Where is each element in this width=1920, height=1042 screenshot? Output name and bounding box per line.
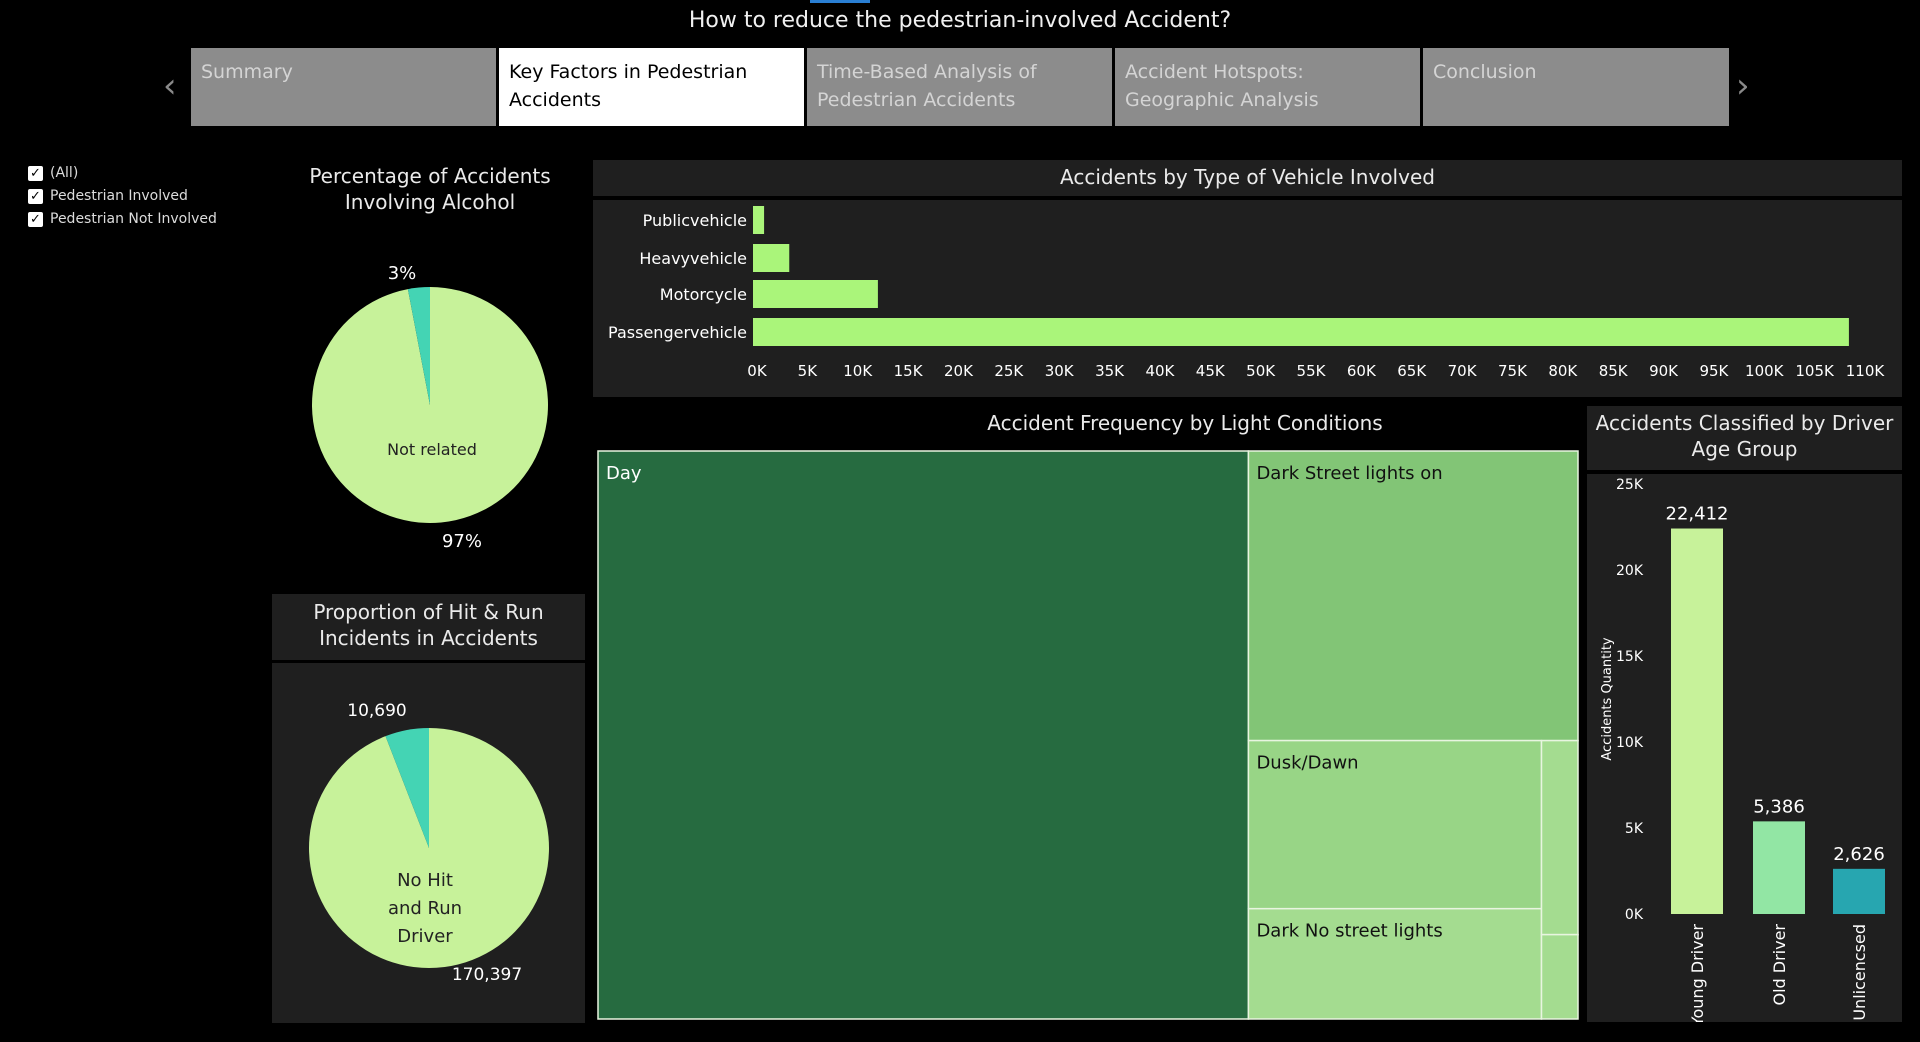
age-category-label: Unlicencsed: [1850, 924, 1869, 1021]
vehicle-x-tick-label: 25K: [994, 362, 1024, 380]
treemap-cell-label: Day: [606, 463, 642, 484]
vehicle-x-tick-label: 15K: [894, 362, 924, 380]
chevron-right-icon: ›: [1736, 66, 1750, 106]
previous-story-button[interactable]: ‹: [163, 66, 177, 106]
age-y-tick-label: 10K: [1616, 735, 1644, 751]
vehicle-x-tick-label: 85K: [1599, 362, 1629, 380]
vehicle-bar-chart: Publicvehicle Heavyvehicle Motorcycle Passe…: [608, 206, 1886, 380]
pie-minor-value-label: 3%: [388, 263, 417, 284]
vehicle-chart-title: Accidents by Type of Vehicle Involved: [1060, 165, 1435, 189]
hitrun-chart-title: Proportion of Hit & Run Incidents in Acc…: [313, 600, 544, 650]
tab-key-factors[interactable]: Key Factors in Pedestrian Accidents: [499, 48, 804, 126]
age-bar-value-label: 2,626: [1833, 844, 1885, 865]
vehicle-x-tick-label: 60K: [1347, 362, 1377, 380]
vehicle-x-tick-label: 110K: [1846, 362, 1886, 380]
vehicle-x-tick-label: 70K: [1448, 362, 1478, 380]
age-category-label: Young Driver: [1688, 924, 1707, 1022]
vehicle-x-tick-label: 55K: [1297, 362, 1327, 380]
age-y-axis-label: Accidents Quantity: [1600, 637, 1615, 761]
filter-label: (All): [50, 165, 79, 181]
chevron-left-icon: ‹: [163, 66, 177, 106]
age-bar-value-label: 22,412: [1666, 504, 1729, 525]
filter-label: Pedestrian Involved: [50, 188, 188, 204]
vehicle-bar: [753, 244, 790, 272]
filter-option-pedestrian-not-involved[interactable]: ✓ Pedestrian Not Involved: [28, 211, 217, 227]
page-title: How to reduce the pedestrian-involved Ac…: [688, 8, 1232, 33]
tab-label: Key Factors in Pedestrian Accidents: [509, 61, 748, 111]
hitrun-pie-chart: 10,690 No Hit and Run Driver 170,397: [309, 701, 549, 985]
age-y-tick-label: 15K: [1616, 649, 1644, 665]
tab-summary[interactable]: Summary: [191, 48, 496, 126]
tab-label: Conclusion: [1433, 61, 1537, 83]
treemap-cell: [1247, 450, 1579, 742]
pie-minor-value-label: 10,690: [347, 701, 406, 721]
treemap-cell-label: Dusk/Dawn: [1256, 753, 1358, 774]
age-y-tick-label: 5K: [1625, 821, 1644, 837]
tab-conclusion[interactable]: Conclusion: [1423, 48, 1729, 126]
treemap-cell-label: Dark No street lights: [1256, 921, 1442, 942]
tab-label: Summary: [201, 61, 293, 83]
pie-main-name-label: Driver: [397, 926, 453, 947]
age-bar: [1753, 821, 1805, 914]
vehicle-x-tick-label: 50K: [1246, 362, 1276, 380]
pie-main-value-label: 97%: [442, 531, 482, 552]
vehicle-x-tick-label: 5K: [798, 362, 819, 380]
checkbox-checked-icon[interactable]: ✓: [28, 165, 43, 181]
age-y-tick-label: 0K: [1625, 907, 1644, 923]
alcohol-chart-title: Percentage of Accidents Involving Alcoho…: [309, 164, 551, 214]
filter-option-all[interactable]: ✓ (All): [28, 165, 78, 181]
treemap-cell: [1540, 933, 1579, 1020]
age-chart-title: Accidents Classified by Driver Age Group: [1595, 411, 1894, 461]
tab-accident-hotspots[interactable]: Accident Hotspots: Geographic Analysis: [1115, 48, 1420, 126]
vehicle-x-tick-label: 10K: [843, 362, 873, 380]
treemap-cell-label: Dark Street lights on: [1256, 463, 1442, 484]
active-dashboard-indicator: [810, 0, 870, 3]
vehicle-x-tick-label: 45K: [1196, 362, 1226, 380]
age-bar-chart: 0K 5K 10K 15K 20K 25K Accidents Quantity 22,412…: [1600, 477, 1885, 1022]
checkbox-checked-icon[interactable]: ✓: [28, 188, 43, 204]
pie-main-name-label: Not related: [387, 440, 477, 459]
vehicle-category-label: Heavyvehicle: [639, 249, 747, 268]
next-story-button[interactable]: ›: [1736, 66, 1750, 106]
vehicle-bar: [753, 280, 878, 308]
vehicle-bar: [753, 318, 1849, 346]
treemap-cell: [1540, 739, 1579, 936]
age-bar-value-label: 5,386: [1753, 796, 1805, 817]
tab-label: Time-Based Analysis of Pedestrian Accide…: [817, 61, 1037, 111]
vehicle-category-label: Passengervehicle: [608, 323, 747, 342]
filter-label: Pedestrian Not Involved: [50, 211, 217, 227]
alcohol-pie-chart: 3% Not related 97%: [312, 263, 548, 552]
tab-label: Accident Hotspots: Geographic Analysis: [1125, 61, 1319, 111]
vehicle-x-tick-label: 95K: [1699, 362, 1729, 380]
vehicle-x-tick-label: 65K: [1397, 362, 1427, 380]
age-y-tick-label: 20K: [1616, 563, 1644, 579]
vehicle-x-tick-label: 40K: [1145, 362, 1175, 380]
pie-main-name-label: No Hit: [397, 870, 453, 891]
age-y-tick-label: 25K: [1616, 477, 1644, 493]
age-category-label: Old Driver: [1770, 924, 1789, 1006]
vehicle-category-label: Motorcycle: [660, 285, 747, 304]
vehicle-x-tick-label: 90K: [1649, 362, 1679, 380]
vehicle-x-tick-label: 0K: [747, 362, 768, 380]
vehicle-x-tick-label: 30K: [1045, 362, 1075, 380]
checkbox-checked-icon[interactable]: ✓: [28, 211, 43, 227]
pie-main-name-label: and Run: [388, 898, 462, 919]
vehicle-x-tick-label: 105K: [1795, 362, 1835, 380]
pie-main-value-label: 170,397: [452, 965, 522, 985]
vehicle-category-label: Publicvehicle: [643, 211, 747, 230]
vehicle-bar: [753, 206, 765, 234]
vehicle-x-tick-label: 80K: [1548, 362, 1578, 380]
age-bar: [1833, 868, 1885, 914]
filter-option-pedestrian-involved[interactable]: ✓ Pedestrian Involved: [28, 188, 188, 204]
age-bar: [1671, 528, 1723, 914]
vehicle-x-tick-label: 20K: [944, 362, 974, 380]
treemap-cell: [597, 450, 1250, 1020]
vehicle-x-tick-label: 100K: [1745, 362, 1785, 380]
vehicle-x-tick-label: 35K: [1095, 362, 1125, 380]
tab-time-based-analysis[interactable]: Time-Based Analysis of Pedestrian Accide…: [807, 48, 1112, 126]
vehicle-x-tick-label: 75K: [1498, 362, 1528, 380]
